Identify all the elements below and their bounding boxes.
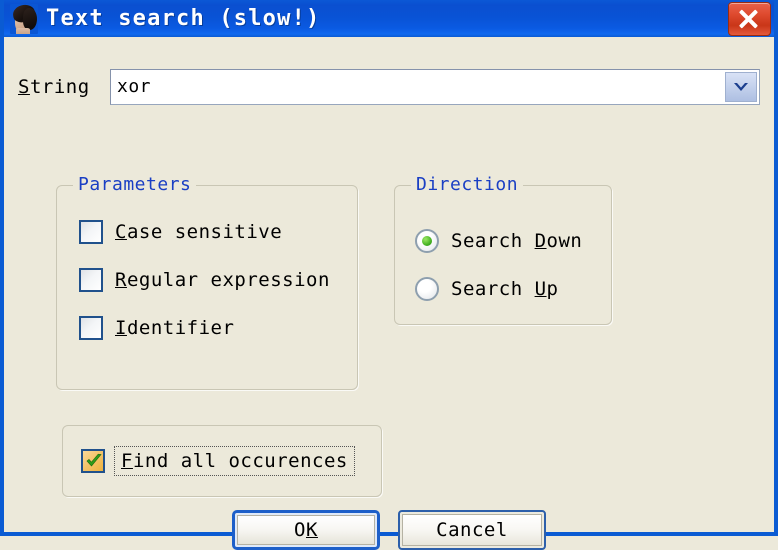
parameters-group: Parameters Case sensitive Regular expres… <box>56 174 358 390</box>
search-string-label: String <box>18 76 90 98</box>
radio-label: Search Down <box>451 230 583 252</box>
radio-label: Search Up <box>451 278 559 300</box>
person-photo-icon <box>10 3 38 34</box>
checkbox-regular-expression[interactable]: Regular expression <box>79 268 330 292</box>
find-all-group: Find all occurences <box>62 425 382 497</box>
checkbox-identifier[interactable]: Identifier <box>79 316 234 340</box>
checkbox-label: Identifier <box>115 317 235 339</box>
title-bar: Text search (slow!) <box>4 0 774 37</box>
dialog-window: Text search (slow!) String Parameters <box>0 0 778 550</box>
window-title: Text search (slow!) <box>46 6 321 31</box>
checkbox-find-all-occurences[interactable]: Find all occurences <box>81 446 355 476</box>
close-button[interactable] <box>728 2 771 36</box>
search-string-row: String <box>18 69 760 105</box>
chevron-down-icon[interactable] <box>725 72 757 102</box>
dialog-button-row: OK Cancel <box>4 510 774 550</box>
cancel-button-label: Cancel <box>436 519 508 541</box>
ok-button-label: OK <box>294 519 318 541</box>
direction-group: Direction Search Down Search Up <box>394 174 612 325</box>
cancel-button[interactable]: Cancel <box>398 510 546 550</box>
search-string-combobox[interactable] <box>110 69 760 105</box>
radio-button[interactable] <box>415 229 439 253</box>
parameters-group-legend: Parameters <box>73 174 197 195</box>
checkbox-box[interactable] <box>81 449 105 473</box>
checkbox-label: Case sensitive <box>115 221 283 243</box>
radio-search-up[interactable]: Search Up <box>415 277 558 301</box>
ok-button[interactable]: OK <box>232 510 380 550</box>
checkbox-box[interactable] <box>79 316 103 340</box>
checkbox-label: Regular expression <box>115 269 330 291</box>
checkbox-label: Find all occurences <box>114 446 355 476</box>
direction-group-legend: Direction <box>411 174 524 195</box>
dialog-client-area: String Parameters Case sensitive Regular… <box>4 37 774 550</box>
checkbox-box[interactable] <box>79 220 103 244</box>
checkbox-box[interactable] <box>79 268 103 292</box>
checkbox-case-sensitive[interactable]: Case sensitive <box>79 220 282 244</box>
radio-button[interactable] <box>415 277 439 301</box>
search-input[interactable] <box>111 72 725 102</box>
radio-search-down[interactable]: Search Down <box>415 229 582 253</box>
